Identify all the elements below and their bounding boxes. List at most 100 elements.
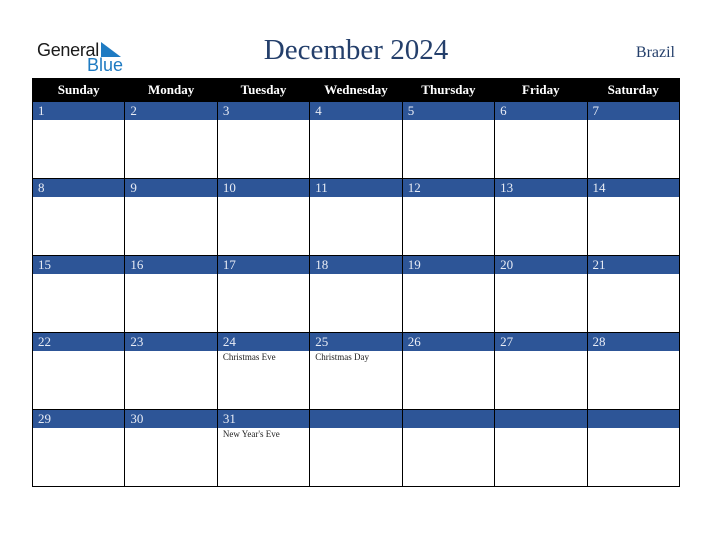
holiday-label <box>495 120 586 121</box>
holiday-label <box>125 351 216 352</box>
holiday-label: Christmas Eve <box>222 352 276 362</box>
holiday-label <box>403 428 494 429</box>
day-cell[interactable]: 13 <box>494 178 588 256</box>
day-cell[interactable]: 27 <box>494 332 588 410</box>
weekday-header-row: Sunday Monday Tuesday Wednesday Thursday… <box>31 78 681 102</box>
day-cell[interactable] <box>401 409 496 487</box>
day-cell[interactable]: 1 <box>31 101 126 179</box>
weekday-header: Thursday <box>401 78 496 102</box>
holiday-label <box>218 274 309 275</box>
day-number <box>310 410 402 428</box>
day-cell[interactable]: 11 <box>309 178 403 256</box>
week-row: 8 9 10 11 12 13 14 <box>31 178 681 256</box>
holiday-label <box>33 197 124 198</box>
day-number: 23 <box>125 333 217 351</box>
day-cell[interactable]: 18 <box>309 255 403 333</box>
day-cell[interactable]: 2 <box>124 101 218 179</box>
holiday-label <box>588 351 679 352</box>
day-number: 26 <box>402 333 495 351</box>
country-label: Brazil <box>635 44 675 61</box>
day-cell[interactable]: 24 Christmas Eve <box>216 332 311 410</box>
day-cell[interactable]: 31 New Year's Eve <box>216 409 311 487</box>
day-number: 2 <box>125 102 217 120</box>
day-number: 28 <box>587 333 679 351</box>
week-row: 29 30 31 New Year's Eve <box>31 409 681 487</box>
day-number: 12 <box>402 179 495 197</box>
day-cell[interactable]: 25 Christmas Day <box>309 332 403 410</box>
day-cell[interactable]: 30 <box>124 409 218 487</box>
holiday-label <box>33 120 124 121</box>
holiday-label <box>125 274 216 275</box>
day-cell[interactable] <box>586 409 681 487</box>
holiday-label <box>403 197 494 198</box>
day-cell[interactable] <box>309 409 403 487</box>
day-number: 15 <box>33 256 125 274</box>
holiday-label <box>310 428 401 429</box>
page-title: December 2024 <box>263 34 449 66</box>
day-number: 11 <box>310 179 402 197</box>
holiday-label <box>495 197 586 198</box>
weekday-header: Sunday <box>31 78 126 102</box>
day-cell[interactable]: 17 <box>216 255 311 333</box>
holiday-label <box>310 197 401 198</box>
holiday-label <box>310 274 401 275</box>
day-cell[interactable]: 12 <box>401 178 496 256</box>
day-number: 5 <box>402 102 495 120</box>
holiday-label <box>125 197 216 198</box>
day-cell[interactable] <box>494 409 588 487</box>
day-number: 19 <box>402 256 495 274</box>
day-number: 22 <box>33 333 125 351</box>
holiday-label <box>588 120 679 121</box>
day-number: 6 <box>495 102 587 120</box>
day-cell[interactable]: 14 <box>586 178 681 256</box>
day-number: 24 <box>217 333 310 351</box>
day-number: 1 <box>33 102 125 120</box>
holiday-label: New Year's Eve <box>222 429 280 439</box>
day-cell[interactable]: 5 <box>401 101 496 179</box>
day-number: 7 <box>587 102 679 120</box>
day-number: 4 <box>310 102 402 120</box>
weekday-header: Friday <box>494 78 588 102</box>
day-cell[interactable]: 9 <box>124 178 218 256</box>
day-cell[interactable]: 29 <box>31 409 126 487</box>
holiday-label <box>495 274 586 275</box>
day-cell[interactable]: 19 <box>401 255 496 333</box>
day-cell[interactable]: 8 <box>31 178 126 256</box>
day-cell[interactable]: 20 <box>494 255 588 333</box>
day-cell[interactable]: 4 <box>309 101 403 179</box>
holiday-label <box>403 274 494 275</box>
weekday-header: Tuesday <box>216 78 311 102</box>
day-cell[interactable]: 16 <box>124 255 218 333</box>
day-number: 25 <box>310 333 402 351</box>
holiday-label <box>33 274 124 275</box>
day-number <box>495 410 587 428</box>
day-cell[interactable]: 28 <box>586 332 681 410</box>
day-number <box>587 410 679 428</box>
day-number: 20 <box>495 256 587 274</box>
weekday-header: Saturday <box>586 78 681 102</box>
day-cell[interactable]: 7 <box>586 101 681 179</box>
day-cell[interactable]: 26 <box>401 332 496 410</box>
holiday-label <box>125 120 216 121</box>
holiday-label: Christmas Day <box>315 352 370 362</box>
day-cell[interactable]: 10 <box>216 178 311 256</box>
weekday-header: Wednesday <box>309 78 403 102</box>
day-cell[interactable]: 3 <box>216 101 311 179</box>
day-number: 10 <box>217 179 310 197</box>
day-cell[interactable]: 6 <box>494 101 588 179</box>
holiday-label <box>588 197 679 198</box>
day-cell[interactable]: 23 <box>124 332 218 410</box>
day-cell[interactable]: 15 <box>31 255 126 333</box>
day-cell[interactable]: 22 <box>31 332 126 410</box>
week-row: 15 16 17 18 19 20 21 <box>31 255 681 333</box>
week-row: 22 23 24 Christmas Eve 25 Christmas Day 26 27 28 <box>31 332 681 410</box>
holiday-label <box>125 428 216 429</box>
holiday-label <box>495 351 586 352</box>
day-cell[interactable]: 21 <box>586 255 681 333</box>
holiday-label <box>403 120 494 121</box>
weekday-header: Monday <box>124 78 218 102</box>
holiday-label <box>588 274 679 275</box>
day-number: 17 <box>217 256 310 274</box>
holiday-label <box>495 428 586 429</box>
day-number: 14 <box>587 179 679 197</box>
